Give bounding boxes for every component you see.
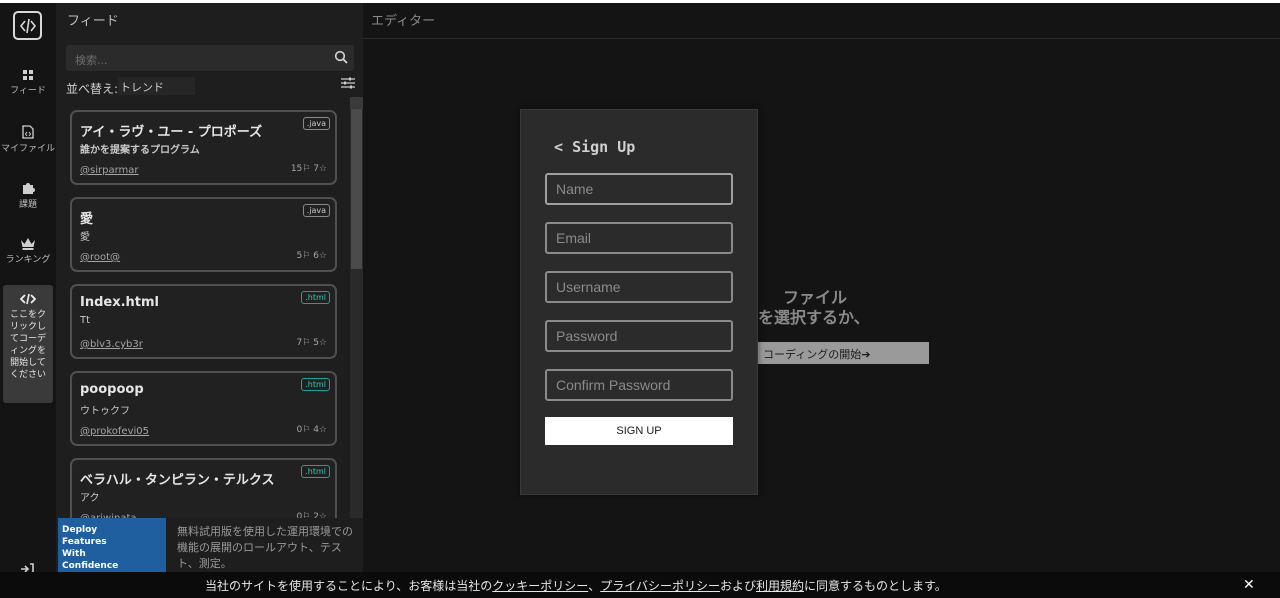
start-coding-button[interactable]: コーディングの開始➔ <box>743 342 929 364</box>
card-subtitle: Tt <box>80 315 91 326</box>
username-field[interactable] <box>545 271 733 303</box>
feed-panel: フィード 検索... 並べ替え: トレンド アイ・ラヴ・ユー - プロポーズ 誰… <box>56 3 363 533</box>
chevron-left-icon: < <box>554 138 564 156</box>
feed-card[interactable]: Index.html Tt @blv3.cyb3r 7⚐ 5☆ .html <box>70 284 337 359</box>
rail-item-feed[interactable]: フィード <box>0 69 56 96</box>
signup-button[interactable]: SIGN UP <box>545 417 733 445</box>
card-subtitle: 愛 <box>80 232 90 243</box>
cookie-bar: 当社のサイトを使用することにより、お客様は当社のクッキーポリシー、プライバシーポ… <box>0 572 1280 598</box>
ad-image[interactable]: Deploy Features With Confidence <box>58 518 166 572</box>
scroll-up-button[interactable] <box>350 97 363 109</box>
close-icon[interactable]: ✕ <box>1243 577 1255 593</box>
filter-settings-icon[interactable] <box>341 77 355 89</box>
app-logo[interactable] <box>13 11 42 40</box>
feed-title: フィード <box>67 14 119 29</box>
card-subtitle: ウトゥクフ <box>80 406 130 417</box>
cookie-text-after: に同意するものとします。 <box>804 579 947 593</box>
signup-title: Sign Up <box>572 138 636 156</box>
feed-card[interactable]: poopoop ウトゥクフ @prokofevi05 0⚐ 4☆ .html <box>70 371 337 446</box>
password-field[interactable] <box>545 320 733 352</box>
cookie-policy-link[interactable]: クッキーポリシー <box>492 579 588 593</box>
card-title: poopoop <box>80 382 144 397</box>
file-code-icon <box>22 125 34 139</box>
card-stats: 5⚐ 6☆ <box>296 251 327 261</box>
rail-item-challenges[interactable]: 課題 <box>0 181 56 210</box>
email-field[interactable] <box>545 222 733 254</box>
card-stats: 7⚐ 5☆ <box>296 338 327 348</box>
rail-item-label: マイファイル <box>0 144 55 154</box>
language-badge: .html <box>301 378 330 391</box>
card-title: アイ・ラヴ・ユー - プロポーズ <box>80 125 263 140</box>
search-icon[interactable] <box>334 50 348 64</box>
confirm-password-field[interactable] <box>545 369 733 401</box>
card-user-link[interactable]: @blv3.cyb3r <box>80 339 143 350</box>
editor-header: エディター <box>363 3 1280 39</box>
search-input[interactable]: 検索... <box>75 52 108 68</box>
feed-card[interactable]: アイ・ラヴ・ユー - プロポーズ 誰かを提案するプログラム @sirparmar… <box>70 110 337 185</box>
grid-icon <box>23 70 33 80</box>
language-badge: .java <box>302 204 330 217</box>
editor-pane: エディター ファイル を選択するか、 コーディングの開始➔ <box>363 3 1280 572</box>
rail-item-my-files[interactable]: マイファイル <box>0 125 56 154</box>
editor-title: エディター <box>371 14 436 29</box>
signup-modal: < Sign Up SIGN UP <box>520 109 758 495</box>
language-badge: .html <box>301 465 330 478</box>
language-badge: .java <box>302 117 330 130</box>
ad-banner[interactable]: Deploy Features With Confidence 無料試用版を使用… <box>56 518 363 572</box>
editor-message-line2: を選択するか、 <box>758 308 870 327</box>
cookie-sep: 、 <box>588 579 601 593</box>
rail-item-label: ランキング <box>5 255 51 265</box>
card-stats: 15⚐ 7☆ <box>290 164 327 174</box>
card-subtitle: 誰かを提案するプログラム <box>80 145 200 156</box>
rail-item-label: 課題 <box>18 200 37 210</box>
language-badge: .html <box>301 291 330 304</box>
feed-card[interactable]: 愛 愛 @root@ 5⚐ 6☆ .java <box>70 197 337 272</box>
scroll-thumb[interactable] <box>351 109 362 269</box>
ad-image-text: Deploy Features With Confidence <box>62 525 119 571</box>
card-title: 愛 <box>80 212 94 227</box>
sort-select[interactable]: トレンド <box>118 77 195 95</box>
terms-link[interactable]: 利用規約 <box>756 579 804 593</box>
card-title: Index.html <box>80 295 160 310</box>
cookie-text-before: 当社のサイトを使用することにより、お客様は当社の <box>205 579 493 593</box>
code-icon <box>20 293 36 305</box>
cta-label: ここをクリックしてコーディングを開始してください <box>9 310 46 380</box>
search-box[interactable]: 検索... <box>66 45 354 71</box>
privacy-policy-link[interactable]: プライバシーポリシー <box>600 579 720 593</box>
feed-scrollbar[interactable] <box>350 97 363 518</box>
card-user-link[interactable]: @prokofevi05 <box>80 426 149 437</box>
name-field[interactable] <box>545 173 733 205</box>
cookie-text: 当社のサイトを使用することにより、お客様は当社のクッキーポリシー、プライバシーポ… <box>205 577 947 594</box>
card-user-link[interactable]: @sirparmar <box>80 165 139 176</box>
puzzle-icon <box>23 183 35 194</box>
ad-text[interactable]: 無料試用版を使用した運用環境での機能の展開のロールアウト、テスト、測定。 <box>177 524 357 572</box>
rail-item-ranking[interactable]: ランキング <box>0 237 56 265</box>
signup-back-button[interactable]: < Sign Up <box>554 138 635 156</box>
crown-icon <box>21 238 35 250</box>
code-logo-icon <box>19 18 37 34</box>
icon-rail: フィード マイファイル 課題 ランキング ここをクリックしてコーディングを開始し… <box>0 3 56 598</box>
card-user-link[interactable]: @root@ <box>80 252 120 263</box>
card-subtitle: アク <box>80 493 100 504</box>
sort-label: 並べ替え: <box>66 82 119 96</box>
cookie-sep: および <box>719 579 756 593</box>
card-stats: 0⚐ 4☆ <box>296 425 327 435</box>
rail-item-label: フィード <box>10 86 46 96</box>
card-title: ベラハル・タンピラン・テルクス <box>80 473 275 488</box>
start-coding-cta[interactable]: ここをクリックしてコーディングを開始してください <box>3 285 53 403</box>
